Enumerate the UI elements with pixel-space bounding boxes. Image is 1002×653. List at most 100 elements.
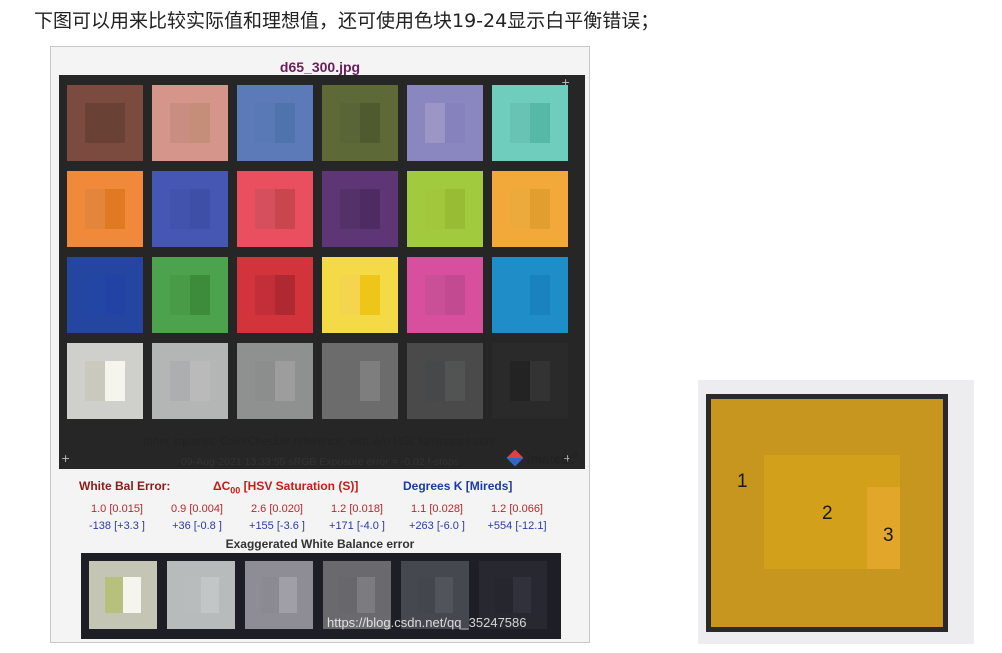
color-patch (322, 85, 398, 161)
exaggerated-title: Exaggerated White Balance error (225, 537, 415, 551)
patch-inner-square (85, 275, 125, 315)
patch-reference-half (275, 275, 295, 315)
patch-reference-half (275, 189, 295, 229)
patch-inner-square (510, 275, 550, 315)
watermark: https://blog.csdn.net/qq_35247586 (327, 615, 527, 630)
patch-inner-square (85, 189, 125, 229)
patch-reference-half (360, 103, 380, 143)
patch-reference-half (201, 577, 219, 613)
kelvin-value: +155 [-3.6 ] (249, 520, 305, 532)
patch-reference-half (445, 275, 465, 315)
colorchecker-chart: + + + (59, 75, 585, 469)
patch-inner-square (340, 361, 380, 401)
patch-inner-square (425, 189, 465, 229)
kelvin-value: -138 [+3.3 ] (89, 520, 145, 532)
delta-c: ΔC (213, 479, 231, 493)
kelvin-value: +171 [-4.0 ] (329, 520, 385, 532)
color-patch (152, 171, 228, 247)
patch-inner-square (170, 275, 210, 315)
patch-reference-half (530, 103, 550, 143)
color-patch (237, 343, 313, 419)
patch-reference-half (360, 189, 380, 229)
color-patch (67, 85, 143, 161)
kelvin-value: +36 [-0.8 ] (172, 520, 222, 532)
color-patch (322, 257, 398, 333)
logo-registered: ® (572, 451, 579, 460)
patch-inner-square (255, 103, 295, 143)
patch-inner-square (425, 361, 465, 401)
color-patch (492, 257, 568, 333)
patch-inner-square (510, 103, 550, 143)
patch-inner-square (425, 103, 465, 143)
patch-reference-half (123, 577, 141, 613)
patch-inner-square (170, 361, 210, 401)
patch-inner-square (510, 361, 550, 401)
patch-inner-square (417, 577, 453, 613)
patch-reference-half (360, 361, 380, 401)
imatest-logo-icon (506, 449, 524, 467)
patch-inner-square (255, 189, 295, 229)
patch-reference-half (105, 189, 125, 229)
kelvin-value: +263 [-6.0 ] (409, 520, 465, 532)
color-patch (407, 343, 483, 419)
degrees-label: Degrees K [Mireds] (403, 479, 513, 493)
patch-inner-square (340, 103, 380, 143)
patch-reference-half (105, 361, 125, 401)
color-patch (237, 257, 313, 333)
patch-reference-half (275, 361, 295, 401)
logo-text: imatest (527, 451, 573, 467)
imatest-logo: imatest® (506, 449, 579, 467)
patch-reference-half (190, 103, 210, 143)
patch-reference-half (105, 275, 125, 315)
hsv-label: [HSV Saturation (S)] (243, 479, 359, 493)
color-patch (407, 257, 483, 333)
caption-text: 下图可以用来比较实际值和理想值，还可使用色块19-24显示白平衡错误； (34, 10, 660, 32)
kelvin-value: +554 [-12.1] (487, 520, 547, 532)
error-value: 1.1 [0.028] (411, 503, 463, 515)
label-1: 1 (737, 471, 748, 492)
error-value: 1.0 [0.015] (91, 503, 143, 515)
patch-detail: 1 2 3 (698, 380, 974, 644)
exaggerated-patch (89, 561, 157, 629)
color-patch (152, 85, 228, 161)
white-bal-label: White Bal Error: (79, 479, 171, 493)
patch-reference-half (279, 577, 297, 613)
patch-inner-square (170, 103, 210, 143)
patch-reference-half (275, 103, 295, 143)
error-value: 1.2 [0.018] (331, 503, 383, 515)
error-value: 1.2 [0.066] (491, 503, 543, 515)
patch-reference-half (445, 361, 465, 401)
error-value: 2.6 [0.020] (251, 503, 303, 515)
patch-reference-half (357, 577, 375, 613)
patch-reference-half (530, 361, 550, 401)
color-patch (237, 171, 313, 247)
patch-outer: 1 2 3 (711, 399, 943, 627)
color-patch (322, 171, 398, 247)
color-patch (67, 171, 143, 247)
patch-reference-half (530, 189, 550, 229)
patch-reference-half (190, 361, 210, 401)
patch-reference-half (360, 275, 380, 315)
exaggerated-patch (245, 561, 313, 629)
color-patch (492, 85, 568, 161)
patch-reference-half (530, 275, 550, 315)
color-patch (492, 343, 568, 419)
color-patch (152, 257, 228, 333)
label-2: 2 (822, 503, 833, 524)
colorchecker-figure: d65_300.jpg + + + Inner squares: ColorCh… (50, 46, 590, 643)
color-patch (407, 171, 483, 247)
color-patch (152, 343, 228, 419)
patch-inner-square (510, 189, 550, 229)
patch-inner-square (340, 189, 380, 229)
patch-inner-square (85, 103, 125, 143)
patch-inner-square (340, 275, 380, 315)
patch-frame: 1 2 3 (706, 394, 948, 632)
patch-inner-square (255, 361, 295, 401)
label-3: 3 (883, 525, 894, 546)
patch-reference-half (435, 577, 453, 613)
patch-inner-square (183, 577, 219, 613)
patch-reference-half (105, 103, 125, 143)
patch-inner-square (255, 275, 295, 315)
error-value: 0.9 [0.004] (171, 503, 223, 515)
color-patch (322, 343, 398, 419)
